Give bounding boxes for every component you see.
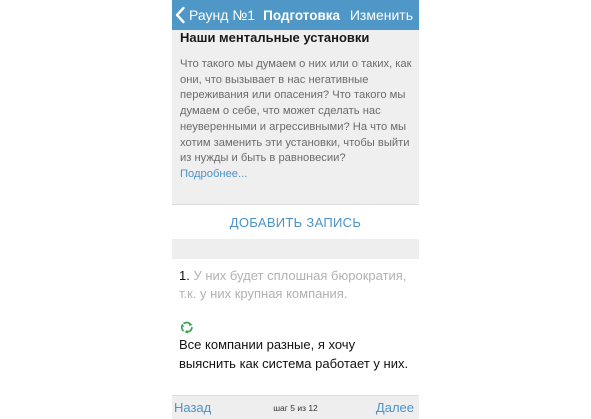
section-gap	[172, 239, 419, 259]
add-entry-row: ДОБАВИТЬ ЗАПИСЬ	[172, 205, 419, 239]
add-entry-button[interactable]: ДОБАВИТЬ ЗАПИСЬ	[230, 215, 361, 230]
recycle-icon	[180, 321, 193, 334]
bottom-toolbar: Назад шаг 5 из 12 Далее	[172, 395, 419, 419]
chevron-left-icon	[175, 6, 185, 24]
back-button[interactable]: Раунд №1	[172, 6, 255, 24]
entry-text: 1. У них будет сплошная бюрократия, т.к.…	[179, 267, 409, 302]
card-body-text: Что такого мы думаем о них или о таких, …	[180, 58, 412, 165]
card-description: Что такого мы думаем о них или о таких, …	[180, 57, 412, 183]
edit-button[interactable]: Изменить	[350, 7, 413, 23]
entry-belief: У них будет сплошная бюрократия, т.к. у …	[179, 268, 407, 301]
card-title: Наши ментальные установки	[180, 30, 370, 45]
entry-number: 1.	[179, 268, 190, 283]
more-link[interactable]: Подробнее...	[180, 168, 247, 180]
prompt-card: Наши ментальные установки Что такого мы …	[172, 30, 419, 204]
navigation-bar: Раунд №1 Подготовка Изменить	[172, 0, 419, 30]
list-item[interactable]: 1. У них будет сплошная бюрократия, т.к.…	[172, 259, 419, 395]
back-button-label: Раунд №1	[189, 7, 256, 23]
next-step-button[interactable]: Далее	[376, 400, 414, 415]
phone-screen: Раунд №1 Подготовка Изменить Наши ментал…	[172, 0, 419, 419]
entry-reply: Все компании разные, я хочу выяснить как…	[179, 337, 409, 371]
page-title: Подготовка	[263, 7, 341, 23]
